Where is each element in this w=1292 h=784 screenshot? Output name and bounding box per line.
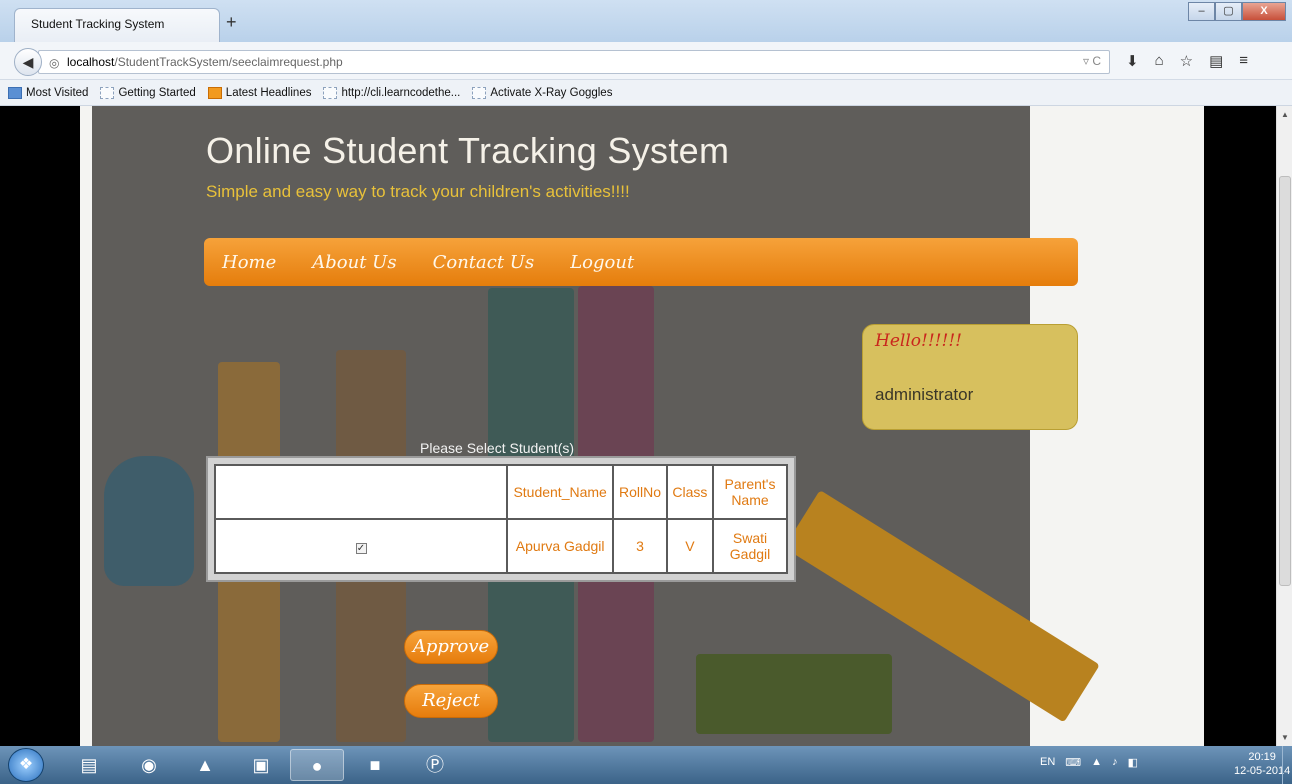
url-bar[interactable]: ◎ localhost/StudentTrackSystem/seeclaimr…: [38, 50, 1110, 74]
windows-taskbar: ❖ ▤ ◉ ▲ ▣ ● ■ Ⓟ EN ⌨ ▲ ♪ ◧ 20:19 12-05-2…: [0, 746, 1292, 784]
bookmarks-bar: Most Visited Getting Started Latest Head…: [0, 80, 1292, 106]
site-subtitle: Simple and easy way to track your childr…: [206, 182, 630, 201]
p-app-icon: Ⓟ: [426, 755, 444, 775]
vlc-icon: ▲: [196, 755, 214, 775]
bookmark-label: Getting Started: [118, 86, 196, 99]
star-icon[interactable]: ☆: [1180, 52, 1193, 70]
language-indicator[interactable]: EN: [1040, 756, 1055, 769]
bookmark-label: Latest Headlines: [225, 86, 312, 99]
reject-button[interactable]: Reject: [404, 684, 498, 718]
header-rollno: RollNo: [614, 466, 666, 518]
taskbar-app-p[interactable]: Ⓟ: [408, 749, 462, 781]
bookmark-latest-headlines[interactable]: Latest Headlines: [207, 86, 312, 99]
select-cell: ✓: [216, 520, 506, 572]
window-controls: – ▢ X: [1188, 2, 1286, 21]
vertical-scrollbar[interactable]: ▲ ▼: [1276, 106, 1292, 746]
user-greeting-box: Hello!!!!!! administrator: [862, 324, 1078, 430]
show-desktop-button[interactable]: [1282, 746, 1292, 784]
taskbar-media-player[interactable]: ▣: [234, 749, 288, 781]
header-student-name: Student_Name: [508, 466, 613, 518]
approve-button[interactable]: Approve: [404, 630, 498, 664]
keyboard-icon[interactable]: ⌨: [1065, 756, 1081, 769]
tray-expand-icon[interactable]: ▲: [1091, 756, 1102, 769]
cell-class: V: [667, 520, 712, 572]
reader-icon[interactable]: ▤: [1209, 52, 1223, 70]
page-icon: [472, 86, 487, 99]
page-icon: [100, 86, 115, 99]
table-header-row: Student_Name RollNo Class Parent's Name: [216, 466, 786, 518]
bookmark-getting-started[interactable]: Getting Started: [100, 86, 196, 99]
close-window-button[interactable]: X: [1242, 2, 1286, 21]
bookmark-xray[interactable]: Activate X-Ray Goggles: [472, 86, 613, 99]
greeting-text: Hello!!!!!!: [875, 331, 962, 351]
taskbar-app[interactable]: ■: [348, 749, 402, 781]
header-parent-name: Parent's Name: [714, 466, 786, 518]
network-icon[interactable]: ◧: [1128, 756, 1138, 769]
folder-icon: ▤: [80, 755, 98, 775]
system-tray: EN ⌨ ▲ ♪ ◧: [1040, 756, 1138, 769]
back-arrow-icon: ◀: [22, 54, 34, 70]
bookmark-label: http://cli.learncodethe...: [341, 86, 461, 99]
maximize-button[interactable]: ▢: [1215, 2, 1242, 21]
student-table: Student_Name RollNo Class Parent's Name …: [214, 464, 788, 574]
taskbar-firefox[interactable]: ●: [290, 749, 344, 781]
menu-icon[interactable]: ≡: [1239, 52, 1248, 70]
rss-icon: [207, 86, 222, 99]
start-button[interactable]: ❖: [8, 748, 44, 782]
cell-rollno: 3: [614, 520, 666, 572]
bookmark-label: Activate X-Ray Goggles: [490, 86, 613, 99]
book-illustration: [696, 654, 892, 734]
site-title: Online Student Tracking System: [206, 130, 730, 171]
student-table-wrapper: Student_Name RollNo Class Parent's Name …: [206, 456, 796, 582]
scroll-thumb[interactable]: [1279, 176, 1291, 586]
cell-parent-name: Swati Gadgil: [714, 520, 786, 572]
computer-icon: ■: [369, 755, 381, 775]
chrome-icon: ◉: [141, 755, 157, 775]
menu-item-about[interactable]: About Us: [312, 252, 396, 273]
header-select: [216, 466, 506, 518]
tab-title: Student Tracking System: [31, 17, 165, 31]
media-player-icon: ▣: [252, 755, 270, 775]
home-icon[interactable]: ⌂: [1155, 52, 1164, 70]
menu-item-home[interactable]: Home: [222, 252, 276, 273]
page-icon: [323, 86, 338, 99]
menu-item-contact[interactable]: Contact Us: [433, 252, 535, 273]
taskbar-vlc[interactable]: ▲: [178, 749, 232, 781]
climber-illustration: [104, 456, 194, 586]
browser-tab[interactable]: Student Tracking System: [14, 8, 220, 42]
back-button[interactable]: ◀: [14, 48, 42, 76]
page-viewport: Online Student Tracking System Simple an…: [0, 106, 1276, 746]
url-host: localhost: [67, 55, 115, 69]
volume-icon[interactable]: ♪: [1112, 756, 1118, 769]
table-row: ✓ Apurva Gadgil 3 V Swati Gadgil: [216, 520, 786, 572]
student-checkbox[interactable]: ✓: [355, 543, 367, 554]
bookmark-label: Most Visited: [26, 86, 89, 99]
windows-logo-icon: ❖: [18, 756, 34, 773]
bookmark-most-visited[interactable]: Most Visited: [8, 86, 89, 99]
browser-navbar: ◎ localhost/StudentTrackSystem/seeclaimr…: [0, 42, 1292, 80]
reload-icon[interactable]: ▿ C: [1083, 54, 1101, 68]
firefox-icon: ●: [311, 756, 323, 776]
browser-titlebar: Student Tracking System + – ▢ X: [0, 0, 1292, 42]
download-icon[interactable]: ⬇: [1126, 52, 1139, 70]
menu-item-logout[interactable]: Logout: [570, 252, 634, 273]
url-path: /StudentTrackSystem/seeclaimrequest.php: [114, 55, 343, 69]
taskbar-explorer[interactable]: ▤: [62, 749, 116, 781]
main-menu: Home About Us Contact Us Logout: [204, 238, 1078, 286]
browser-toolbar-icons: ⬇ ⌂ ☆ ▤ ≡: [1126, 52, 1248, 70]
cell-student-name: Apurva Gadgil: [508, 520, 613, 572]
bookmark-learncode[interactable]: http://cli.learncodethe...: [323, 86, 461, 99]
minimize-button[interactable]: –: [1188, 2, 1215, 21]
scroll-down-icon[interactable]: ▼: [1281, 733, 1289, 742]
globe-icon: ◎: [49, 56, 60, 70]
taskbar-chrome[interactable]: ◉: [122, 749, 176, 781]
bookmark-folder-icon: [8, 86, 22, 99]
header-class: Class: [667, 466, 712, 518]
scroll-up-icon[interactable]: ▲: [1281, 110, 1289, 119]
table-title: Please Select Student(s): [420, 440, 575, 456]
new-tab-button[interactable]: +: [226, 12, 237, 33]
username: administrator: [875, 385, 974, 404]
